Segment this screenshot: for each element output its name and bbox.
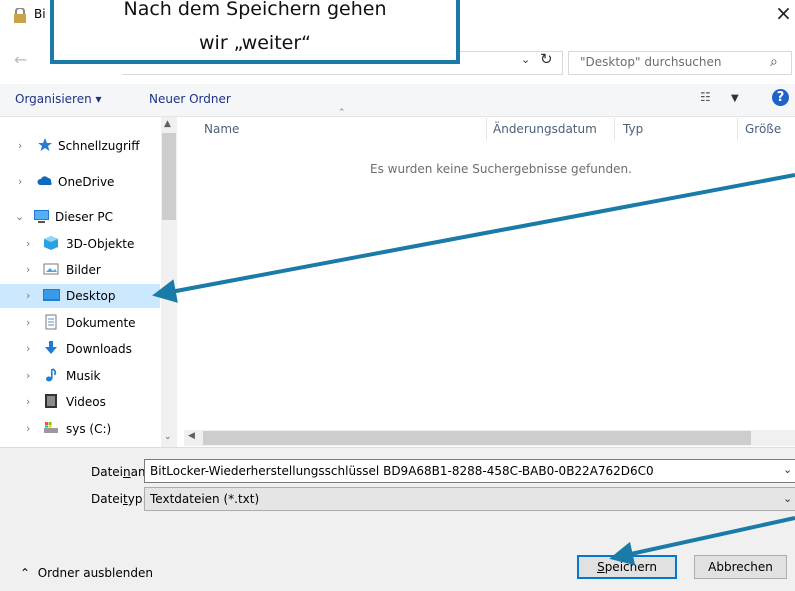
column-header-size[interactable]: Größe — [745, 122, 781, 136]
back-arrow-icon[interactable]: ← — [14, 50, 27, 69]
search-placeholder: "Desktop" durchsuchen — [580, 55, 722, 69]
sidebar-item-downloads[interactable]: › Downloads — [0, 337, 160, 361]
sidebar-item-schnellzugriff[interactable]: › Schnellzugriff — [0, 134, 160, 158]
video-icon — [43, 393, 60, 409]
sidebar-item-3d-objekte[interactable]: › 3D-Objekte — [0, 232, 160, 256]
computer-icon — [33, 208, 50, 224]
save-button-accesskey: S — [597, 560, 605, 574]
scroll-left-icon[interactable]: ◀ — [188, 431, 195, 441]
filename-label-accesskey: n — [123, 465, 131, 479]
save-button[interactable]: Speichern — [577, 555, 677, 579]
sidebar-item-desktop[interactable]: › Desktop — [0, 284, 160, 308]
sidebar-item-onedrive[interactable]: › OneDrive — [0, 170, 160, 194]
sidebar-item-label: sys (C:) — [66, 422, 112, 436]
command-bar — [0, 84, 795, 117]
sidebar-item-label: Downloads — [66, 342, 132, 356]
chevron-down-icon[interactable]: ⌄ — [783, 463, 792, 476]
chevron-right-icon[interactable]: › — [18, 175, 22, 188]
chevron-right-icon[interactable]: › — [26, 422, 30, 435]
cloud-icon — [37, 173, 54, 189]
filetype-value[interactable]: Textdateien (*.txt) — [150, 492, 259, 506]
chevron-down-icon[interactable]: ⌄ — [15, 210, 24, 223]
chevron-right-icon[interactable]: › — [26, 289, 30, 302]
refresh-icon[interactable]: ↻ — [540, 50, 553, 68]
organize-menu-button[interactable]: Organisieren ▾ — [15, 92, 102, 106]
scroll-down-icon[interactable]: ⌄ — [164, 432, 172, 442]
sidebar-item-videos[interactable]: › Videos — [0, 390, 160, 414]
sidebar-item-label: Videos — [66, 395, 106, 409]
sort-indicator-icon: ⌃ — [338, 108, 346, 118]
sidebar-item-dokumente[interactable]: › Dokumente — [0, 311, 160, 335]
column-header-type[interactable]: Typ — [623, 122, 643, 136]
sidebar-item-label: Dieser PC — [55, 210, 113, 224]
chevron-up-icon: ⌃ — [20, 566, 31, 580]
sidebar-item-dieser-pc[interactable]: ⌄ Dieser PC — [0, 205, 160, 229]
help-icon[interactable]: ? — [772, 89, 789, 106]
chevron-right-icon[interactable]: › — [26, 395, 30, 408]
download-icon — [43, 340, 60, 356]
view-options-icon[interactable]: ☷ — [700, 90, 711, 104]
hide-folders-label: Ordner ausblenden — [37, 566, 153, 580]
navigation-pane: › Schnellzugriff › OneDrive ⌄ Dieser PC … — [0, 117, 177, 447]
chevron-down-icon[interactable]: ⌄ — [521, 53, 530, 66]
chevron-right-icon[interactable]: › — [26, 369, 30, 382]
cube-icon — [43, 235, 60, 251]
column-header-date[interactable]: Änderungsdatum — [493, 122, 597, 136]
column-header-name[interactable]: Name — [204, 122, 239, 136]
cancel-button[interactable]: Abbrechen — [694, 555, 787, 579]
column-divider[interactable] — [614, 118, 615, 140]
sidebar-item-label: Desktop — [66, 289, 116, 303]
sidebar-item-label: Musik — [66, 369, 101, 383]
horizontal-scrollbar-thumb[interactable] — [203, 431, 751, 445]
sidebar-item-label: Schnellzugriff — [58, 139, 140, 153]
chevron-right-icon[interactable]: › — [26, 263, 30, 276]
sidebar-item-label: Dokumente — [66, 316, 136, 330]
filetype-label-part: Datei — [91, 492, 124, 506]
close-icon[interactable]: × — [772, 1, 795, 25]
callout-line-2: wir „weiter“ — [199, 32, 311, 54]
sidebar-item-label: 3D-Objekte — [66, 237, 135, 251]
app-icon — [12, 7, 28, 24]
sidebar-item-sys-c[interactable]: › sys (C:) — [0, 417, 160, 441]
window-title: Bi — [34, 7, 46, 21]
chevron-down-icon[interactable]: ⌄ — [783, 492, 792, 505]
save-button-label: peichern — [604, 560, 657, 574]
scroll-up-icon[interactable]: ▲ — [164, 119, 171, 129]
desktop-icon — [43, 287, 60, 303]
tutorial-callout-text: Nach dem Speichern gehen wir „weiter“ — [54, 0, 456, 60]
empty-results-message: Es wurden keine Suchergebnisse gefunden. — [370, 162, 632, 176]
filename-value[interactable]: BitLocker-Wiederherstellungsschlüssel BD… — [150, 464, 654, 478]
hide-folders-toggle[interactable]: ⌃ Ordner ausblenden — [20, 566, 153, 580]
sidebar-item-musik[interactable]: › Musik — [0, 364, 160, 388]
nav-scrollbar-thumb[interactable] — [162, 133, 176, 220]
new-folder-button[interactable]: Neuer Ordner — [149, 92, 231, 106]
chevron-right-icon[interactable]: › — [18, 139, 22, 152]
drive-icon — [43, 420, 60, 436]
music-icon — [43, 367, 60, 383]
column-divider[interactable] — [486, 118, 487, 140]
search-icon[interactable]: ⌕ — [770, 54, 778, 70]
column-divider[interactable] — [737, 118, 738, 140]
sidebar-item-bilder[interactable]: › Bilder — [0, 258, 160, 282]
callout-line-1: Nach dem Speichern gehen — [123, 0, 387, 20]
star-icon — [37, 137, 54, 153]
chevron-right-icon[interactable]: › — [26, 237, 30, 250]
sidebar-item-label: Bilder — [66, 263, 101, 277]
document-icon — [43, 314, 60, 330]
arrow-to-desktop — [152, 173, 795, 303]
filetype-label: Dateityp: — [91, 492, 147, 506]
chevron-right-icon[interactable]: › — [26, 316, 30, 329]
sidebar-item-label: OneDrive — [58, 175, 115, 189]
filename-label-part: Datei — [91, 465, 124, 479]
view-dropdown-icon[interactable]: ▼ — [731, 93, 739, 104]
pictures-icon — [43, 261, 60, 277]
chevron-right-icon[interactable]: › — [26, 342, 30, 355]
